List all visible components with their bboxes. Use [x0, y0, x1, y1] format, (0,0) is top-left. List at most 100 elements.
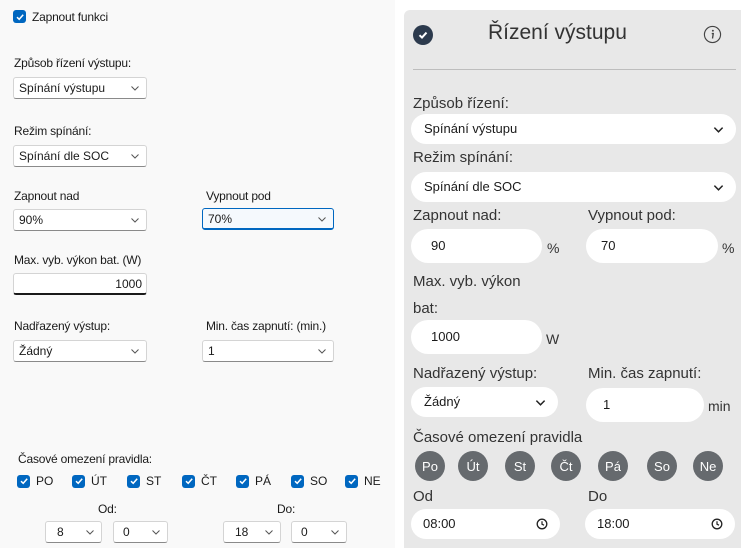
- switch-mode-select[interactable]: Spínání dle SOC: [411, 172, 736, 202]
- from-label: Od: [413, 488, 434, 505]
- checkmark-icon: [184, 478, 193, 485]
- off-below-label: Vypnout pod: [206, 189, 271, 203]
- to-time-input[interactable]: 18:00: [585, 509, 735, 539]
- checkbox[interactable]: [345, 474, 358, 488]
- parent-output-value: Žádný: [19, 344, 53, 358]
- chevron-down-icon: [131, 349, 139, 354]
- max-power-label-line1: Max. vyb. výkon: [413, 273, 521, 290]
- max-power-unit: W: [546, 331, 560, 347]
- off-below-select[interactable]: 70%: [202, 208, 334, 230]
- checkmark-icon: [418, 31, 428, 40]
- checkmark-icon: [74, 478, 83, 485]
- min-on-time-input[interactable]: 1: [586, 388, 704, 422]
- output-control-value: Spínání výstupu: [19, 81, 106, 95]
- checkbox[interactable]: [17, 474, 30, 488]
- web-card-panel: Řízení výstupu Způsob řízení: Spínání vý…: [404, 10, 741, 548]
- parent-output-value: Žádný: [424, 394, 461, 409]
- output-control-label: Způsob řízení výstupu:: [14, 56, 131, 70]
- to-label: Do:: [277, 502, 296, 516]
- day-label: PO: [36, 474, 54, 488]
- clock-icon: [711, 518, 723, 530]
- off-below-label: Vypnout pod:: [588, 207, 676, 224]
- chevron-down-icon: [713, 185, 724, 191]
- day-button-ct[interactable]: Čt: [551, 451, 581, 481]
- day-label: ČT: [201, 474, 217, 488]
- off-below-value: 70%: [208, 212, 233, 226]
- enable-checkbox[interactable]: [13, 10, 26, 23]
- day-label: NE: [364, 474, 381, 488]
- parent-output-select[interactable]: Žádný: [411, 387, 558, 417]
- day-checkbox-pa[interactable]: PÁ: [236, 474, 271, 488]
- switch-mode-label: Režim spínání:: [14, 124, 92, 138]
- to-minute-select[interactable]: 0: [291, 521, 347, 543]
- checkmark-icon: [15, 13, 24, 20]
- switch-mode-label: Režim spínání:: [413, 149, 514, 166]
- day-checkbox-st[interactable]: ST: [127, 474, 161, 488]
- output-control-value: Spínání výstupu: [424, 121, 518, 136]
- day-checkbox-so[interactable]: SO: [291, 474, 327, 488]
- info-icon-glyph: [703, 25, 722, 44]
- parent-output-select[interactable]: Žádný: [13, 340, 147, 362]
- from-hour-select[interactable]: 8: [45, 521, 102, 543]
- desktop-form-panel: Zapnout funkci Způsob řízení výstupu: Sp…: [0, 0, 395, 548]
- min-on-time-label: Min. čas zapnutí:: [588, 365, 702, 382]
- chevron-down-icon: [152, 530, 160, 535]
- checkbox[interactable]: [182, 474, 195, 488]
- checkbox[interactable]: [291, 474, 304, 488]
- day-button-po[interactable]: Po: [415, 451, 445, 481]
- day-button-ut[interactable]: Út: [458, 451, 488, 481]
- chevron-down-icon: [318, 349, 326, 354]
- min-on-time-select[interactable]: 1: [202, 340, 334, 362]
- min-on-time-unit: min: [708, 398, 731, 414]
- day-button-ne[interactable]: Ne: [693, 451, 723, 481]
- day-button-so[interactable]: So: [647, 451, 677, 481]
- to-time-value: 18:00: [597, 516, 630, 531]
- output-control-select[interactable]: Spínání výstupu: [13, 77, 147, 99]
- day-label: PÁ: [255, 474, 272, 488]
- day-label: ÚT: [91, 474, 107, 488]
- output-control-select[interactable]: Spínání výstupu: [411, 114, 736, 144]
- on-above-select[interactable]: 90%: [13, 209, 147, 231]
- from-hour-value: 8: [57, 525, 64, 539]
- enable-label: Zapnout funkci: [32, 10, 108, 24]
- chevron-down-icon: [131, 218, 139, 223]
- enabled-check-icon[interactable]: [413, 25, 433, 45]
- min-on-time-value: 1: [208, 344, 215, 358]
- switch-mode-select[interactable]: Spínání dle SOC: [13, 145, 147, 167]
- from-time-input[interactable]: 08:00: [411, 509, 560, 539]
- checkbox[interactable]: [127, 474, 140, 488]
- off-below-input[interactable]: 70: [586, 229, 718, 263]
- header-divider: [413, 69, 736, 70]
- from-time-value: 08:00: [423, 516, 456, 531]
- day-checkbox-ne[interactable]: NE: [345, 474, 381, 488]
- to-hour-select[interactable]: 18: [223, 521, 281, 543]
- on-above-input[interactable]: 90: [411, 229, 542, 263]
- checkmark-icon: [19, 478, 28, 485]
- chevron-down-icon: [265, 530, 273, 535]
- min-on-time-label: Min. čas zapnutí: (min.): [206, 319, 326, 333]
- max-power-input[interactable]: 1000: [13, 273, 147, 295]
- time-limit-label: Časové omezení pravidla: [413, 429, 583, 446]
- checkmark-icon: [293, 478, 302, 485]
- on-above-label: Zapnout nad: [14, 189, 80, 203]
- chevron-down-icon: [535, 400, 546, 406]
- clock-icon: [536, 518, 548, 530]
- max-power-label-line2: bat:: [413, 300, 439, 317]
- chevron-down-icon: [131, 154, 139, 159]
- day-checkbox-po[interactable]: PO: [17, 474, 53, 488]
- parent-output-label: Nadřazený výstup:: [14, 319, 110, 333]
- parent-output-label: Nadřazený výstup:: [413, 365, 538, 382]
- info-icon[interactable]: [703, 25, 722, 44]
- on-above-value: 90%: [19, 213, 44, 227]
- day-checkbox-ut[interactable]: ÚT: [72, 474, 107, 488]
- switch-mode-value: Spínání dle SOC: [424, 179, 522, 194]
- day-checkbox-ct[interactable]: ČT: [182, 474, 217, 488]
- from-minute-value: 0: [123, 525, 130, 539]
- checkbox[interactable]: [72, 474, 85, 488]
- checkbox[interactable]: [236, 474, 249, 488]
- day-button-st[interactable]: St: [505, 451, 535, 481]
- max-power-label: Max. vyb. výkon bat. (W): [14, 253, 142, 267]
- max-power-input[interactable]: 1000: [411, 320, 542, 354]
- day-button-pa[interactable]: Pá: [598, 451, 628, 481]
- from-minute-select[interactable]: 0: [113, 521, 168, 543]
